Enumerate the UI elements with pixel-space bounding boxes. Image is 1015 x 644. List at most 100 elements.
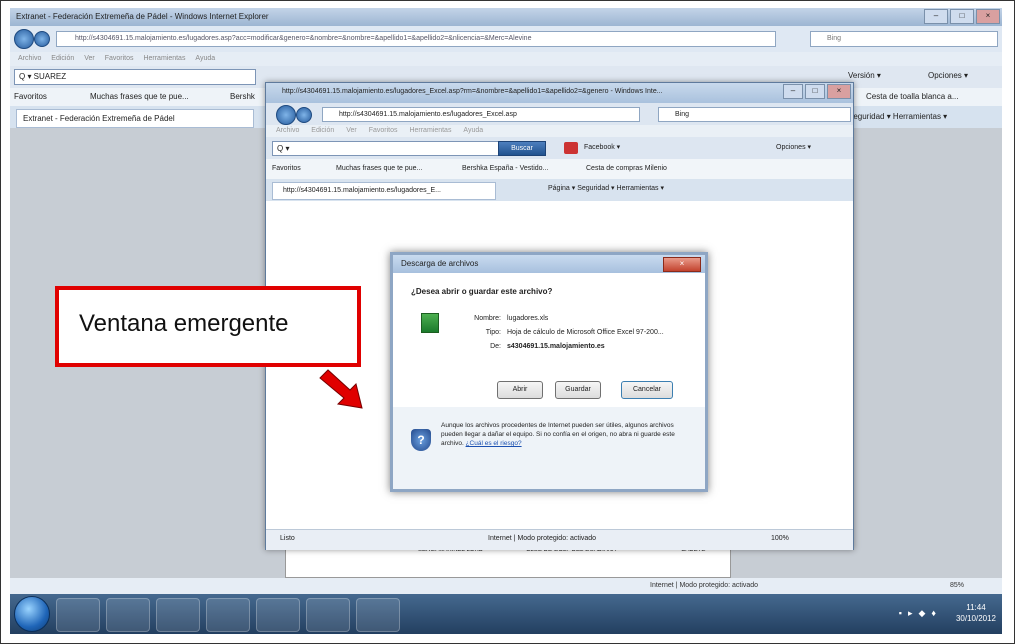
ie-taskbar-icon[interactable] bbox=[56, 598, 100, 632]
menu-ver[interactable]: Ver bbox=[84, 55, 95, 62]
app2-taskbar-icon[interactable] bbox=[256, 598, 300, 632]
dialog-warning-area: ? Aunque los archivos procedentes de Int… bbox=[393, 407, 705, 489]
popup-tab-row: http://s4304691.15.malojamiento.es/lugad… bbox=[266, 179, 853, 201]
dialog-body: ¿Desea abrir o guardar este archivo? Nom… bbox=[393, 273, 705, 407]
security-shield-icon: ? bbox=[411, 429, 431, 451]
popup-title: http://s4304691.15.malojamiento.es/lugad… bbox=[282, 88, 663, 95]
bg-opciones-menu[interactable]: Opciones ▾ bbox=[928, 71, 968, 80]
dialog-close-button[interactable]: × bbox=[663, 257, 701, 272]
clock-date: 30/10/2012 bbox=[955, 614, 996, 623]
popup-fav-link-3[interactable]: Cesta de compras Milenio bbox=[586, 165, 667, 172]
file-type-row: Tipo: Hoja de cálculo de Microsoft Office… bbox=[463, 329, 664, 336]
file-name-row: Nombre: lugadores.xls bbox=[463, 315, 548, 322]
save-button[interactable]: Guardar bbox=[555, 381, 601, 399]
popup-menu-favoritos[interactable]: Favoritos bbox=[369, 127, 398, 134]
dialog-title: Descarga de archivos bbox=[401, 259, 479, 268]
popup-command-bar[interactable]: Página ▾ Seguridad ▾ Herramientas ▾ bbox=[548, 184, 664, 192]
menu-herramientas[interactable]: Herramientas bbox=[143, 55, 185, 62]
popup-titlebar[interactable]: http://s4304691.15.malojamiento.es/lugad… bbox=[266, 83, 853, 103]
excel-file-icon bbox=[421, 313, 439, 333]
popup-close-button[interactable]: × bbox=[827, 84, 851, 99]
bg-window-titlebar[interactable]: Extranet - Federación Extremeña de Pádel… bbox=[10, 8, 1002, 26]
menu-archivo[interactable]: Archivo bbox=[18, 55, 41, 62]
buscar-button[interactable]: Buscar bbox=[498, 141, 546, 156]
popup-toolbar: Q ▾ Buscar Facebook ▾ Opciones ▾ bbox=[266, 137, 853, 159]
app-icon[interactable] bbox=[564, 142, 578, 154]
app4-taskbar-icon[interactable] bbox=[356, 598, 400, 632]
system-tray-icons[interactable]: ▪▸◆♦ bbox=[899, 608, 942, 619]
popup-menu-ver[interactable]: Ver bbox=[346, 127, 357, 134]
facebook-menu[interactable]: Facebook ▾ bbox=[584, 143, 620, 151]
popup-favorites-button[interactable]: Favoritos bbox=[272, 165, 301, 172]
popup-maximize-button[interactable]: □ bbox=[805, 84, 825, 99]
explorer-taskbar-icon[interactable] bbox=[106, 598, 150, 632]
popup-menu-bar: Archivo Edición Ver Favoritos Herramient… bbox=[266, 125, 853, 137]
bg-fav-link-2[interactable]: Bershk bbox=[230, 92, 255, 101]
cancel-button[interactable]: Cancelar bbox=[621, 381, 673, 399]
file-from-label: De: bbox=[490, 343, 501, 350]
start-button[interactable] bbox=[14, 596, 50, 632]
bg-fav-link-3[interactable]: Cesta de toalla blanca a... bbox=[866, 92, 959, 101]
popup-fav-link-2[interactable]: Bershka España - Vestido... bbox=[462, 165, 548, 172]
bg-status-text: Internet | Modo protegido: activado bbox=[650, 582, 759, 589]
popup-active-tab[interactable]: http://s4304691.15.malojamiento.es/lugad… bbox=[272, 182, 496, 200]
annotation-arrow-icon bbox=[319, 369, 363, 409]
bg-address-bar[interactable]: http://s4304691.15.malojamiento.es/lugad… bbox=[56, 31, 776, 47]
file-name-value: lugadores.xls bbox=[507, 315, 549, 322]
app-taskbar-icon[interactable] bbox=[206, 598, 250, 632]
maximize-button[interactable]: □ bbox=[950, 9, 974, 24]
clock-time: 11:44 bbox=[966, 603, 986, 612]
taskbar: ▪▸◆♦ 11:44 30/10/2012 bbox=[10, 594, 1002, 634]
popup-back-icon[interactable] bbox=[276, 105, 296, 125]
back-icon[interactable] bbox=[14, 29, 34, 49]
popup-address-bar[interactable]: http://s4304691.15.malojamiento.es/lugad… bbox=[322, 107, 640, 122]
popup-zoom[interactable]: 100% bbox=[771, 535, 789, 542]
popup-search-input[interactable]: Q ▾ bbox=[272, 141, 500, 156]
popup-menu-ayuda[interactable]: Ayuda bbox=[463, 127, 483, 134]
bg-command-bar[interactable]: Seguridad ▾ Herramientas ▾ bbox=[848, 112, 947, 121]
popup-window-controls: – □ × bbox=[783, 84, 851, 99]
taskbar-clock[interactable]: 11:44 30/10/2012 bbox=[956, 602, 996, 624]
popup-status-ready: Listo bbox=[280, 535, 295, 542]
bg-window-controls: – □ × bbox=[924, 9, 1000, 24]
forward-icon[interactable] bbox=[34, 31, 50, 47]
menu-edicion[interactable]: Edición bbox=[51, 55, 74, 62]
close-button[interactable]: × bbox=[976, 9, 1000, 24]
popup-forward-icon[interactable] bbox=[296, 107, 312, 123]
popup-menu-archivo[interactable]: Archivo bbox=[276, 127, 299, 134]
file-from-value: s4304691.15.malojamiento.es bbox=[507, 343, 605, 350]
bg-version-menu[interactable]: Versión ▾ bbox=[848, 71, 881, 80]
opciones-menu[interactable]: Opciones ▾ bbox=[776, 143, 811, 151]
file-name-label: Nombre: bbox=[474, 315, 501, 322]
bg-zoom[interactable]: 85% bbox=[950, 582, 964, 589]
menu-favoritos[interactable]: Favoritos bbox=[105, 55, 134, 62]
annotation-box: Ventana emergente bbox=[55, 286, 361, 367]
bg-menu-bar: Archivo Edición Ver Favoritos Herramient… bbox=[10, 52, 1002, 66]
media-taskbar-icon[interactable] bbox=[156, 598, 200, 632]
download-dialog: Descarga de archivos × ¿Desea abrir o gu… bbox=[390, 252, 708, 492]
bg-favorites-button[interactable]: Favoritos bbox=[14, 92, 47, 101]
popup-favorites-bar: Favoritos Muchas frases que te pue... Be… bbox=[266, 159, 853, 179]
dialog-warning-text: Aunque los archivos procedentes de Inter… bbox=[441, 422, 675, 447]
file-type-label: Tipo: bbox=[485, 329, 501, 336]
open-button[interactable]: Abrir bbox=[497, 381, 543, 399]
bg-fav-link-1[interactable]: Muchas frases que te pue... bbox=[90, 92, 189, 101]
popup-menu-edicion[interactable]: Edición bbox=[311, 127, 334, 134]
bg-active-tab[interactable]: Extranet - Federación Extremeña de Pádel bbox=[16, 109, 254, 128]
popup-status-zone: Internet | Modo protegido: activado bbox=[488, 535, 597, 542]
bg-window-title: Extranet - Federación Extremeña de Pádel… bbox=[16, 12, 269, 21]
risk-link[interactable]: ¿Cuál es el riesgo? bbox=[466, 440, 522, 447]
popup-fav-link-1[interactable]: Muchas frases que te pue... bbox=[336, 165, 422, 172]
popup-search-engine-box[interactable]: Bing bbox=[658, 107, 851, 122]
minimize-button[interactable]: – bbox=[924, 9, 948, 24]
annotation-label: Ventana emergente bbox=[79, 310, 289, 337]
file-type-value: Hoja de cálculo de Microsoft Office Exce… bbox=[507, 329, 664, 336]
dialog-titlebar[interactable]: Descarga de archivos × bbox=[393, 255, 705, 273]
file-from-row: De: s4304691.15.malojamiento.es bbox=[463, 343, 605, 350]
bg-search-engine-box[interactable]: Bing bbox=[810, 31, 998, 47]
bg-search-input[interactable]: Q ▾ SUAREZ bbox=[14, 69, 256, 85]
popup-menu-herramientas[interactable]: Herramientas bbox=[409, 127, 451, 134]
popup-minimize-button[interactable]: – bbox=[783, 84, 803, 99]
app3-taskbar-icon[interactable] bbox=[306, 598, 350, 632]
menu-ayuda[interactable]: Ayuda bbox=[195, 55, 215, 62]
